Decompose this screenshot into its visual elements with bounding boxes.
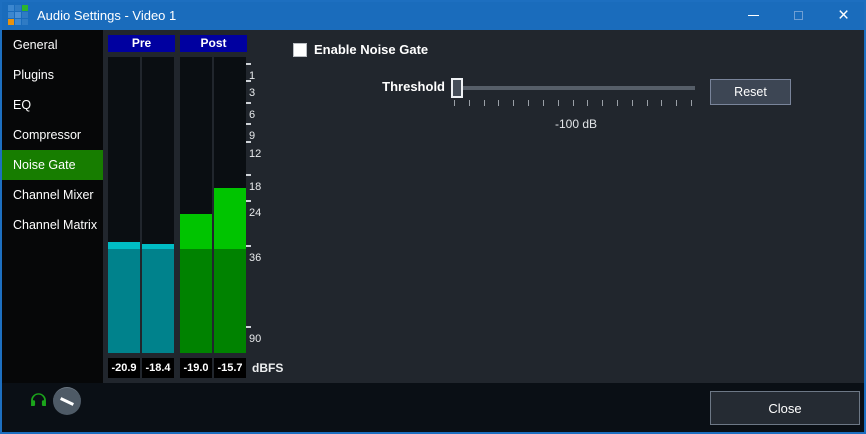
minimize-button[interactable] [731,0,776,30]
threshold-slider-track[interactable] [453,86,695,90]
meter-value-pre-left: -20.9 [108,358,140,378]
reset-button[interactable]: Reset [710,79,791,105]
meter-scale-90: 90 [249,329,261,347]
meter-scale-24: 24 [249,203,261,221]
meter-unit-label: dBFS [252,358,283,378]
meter-value-post-right: -15.7 [214,358,246,378]
meter-bar-pre-right [142,57,174,353]
meter-bar-post-right [214,57,246,353]
meter-scale-18: 18 [249,177,261,195]
minimize-icon [748,15,759,16]
sidebar-item-general[interactable]: General [2,30,103,60]
close-icon: × [838,6,849,25]
meter-value-pre-right: -18.4 [142,358,174,378]
sidebar-item-plugins[interactable]: Plugins [2,60,103,90]
footer-bar: Close [2,383,864,432]
close-button[interactable]: Close [710,391,860,425]
enable-noise-gate-row: Enable Noise Gate [293,42,428,57]
headphones-icon[interactable] [28,391,49,412]
audio-level-meters: Pre Post dBFS -20.9-18.4-19.0-15.7136912… [108,33,293,383]
meter-group-label-pre: Pre [108,35,175,52]
threshold-label: Threshold [342,79,445,94]
sidebar-item-compressor[interactable]: Compressor [2,120,103,150]
meter-value-post-left: -19.0 [180,358,212,378]
threshold-slider-thumb[interactable] [451,78,463,98]
enable-noise-gate-checkbox[interactable] [293,43,307,57]
meter-scale-3: 3 [249,83,255,101]
enable-noise-gate-label: Enable Noise Gate [314,42,428,57]
meter-scale-12: 12 [249,144,261,162]
monitor-volume-knob[interactable] [53,387,81,415]
maximize-icon [794,11,803,20]
threshold-value: -100 dB [496,117,656,131]
close-window-button[interactable]: × [821,0,866,30]
knob-pointer-icon [60,397,74,406]
sidebar-item-channel-mixer[interactable]: Channel Mixer [2,180,103,210]
meter-scale-6: 6 [249,105,255,123]
sidebar-item-channel-matrix[interactable]: Channel Matrix [2,210,103,240]
audio-settings-window: Audio Settings - Video 1 × GeneralPlugin… [0,0,866,434]
sidebar: GeneralPluginsEQCompressorNoise GateChan… [2,30,103,383]
meter-group-label-post: Post [180,35,247,52]
maximize-button[interactable] [776,0,821,30]
titlebar[interactable]: Audio Settings - Video 1 × [0,0,866,30]
app-icon [7,4,29,26]
sidebar-item-eq[interactable]: EQ [2,90,103,120]
meter-scale-36: 36 [249,248,261,266]
meter-bar-post-left [180,57,212,353]
window-controls: × [731,0,866,30]
meter-bar-pre-left [108,57,140,353]
sidebar-item-noise-gate[interactable]: Noise Gate [2,150,103,180]
window-title: Audio Settings - Video 1 [37,8,731,23]
threshold-slider-ticks [454,100,692,106]
